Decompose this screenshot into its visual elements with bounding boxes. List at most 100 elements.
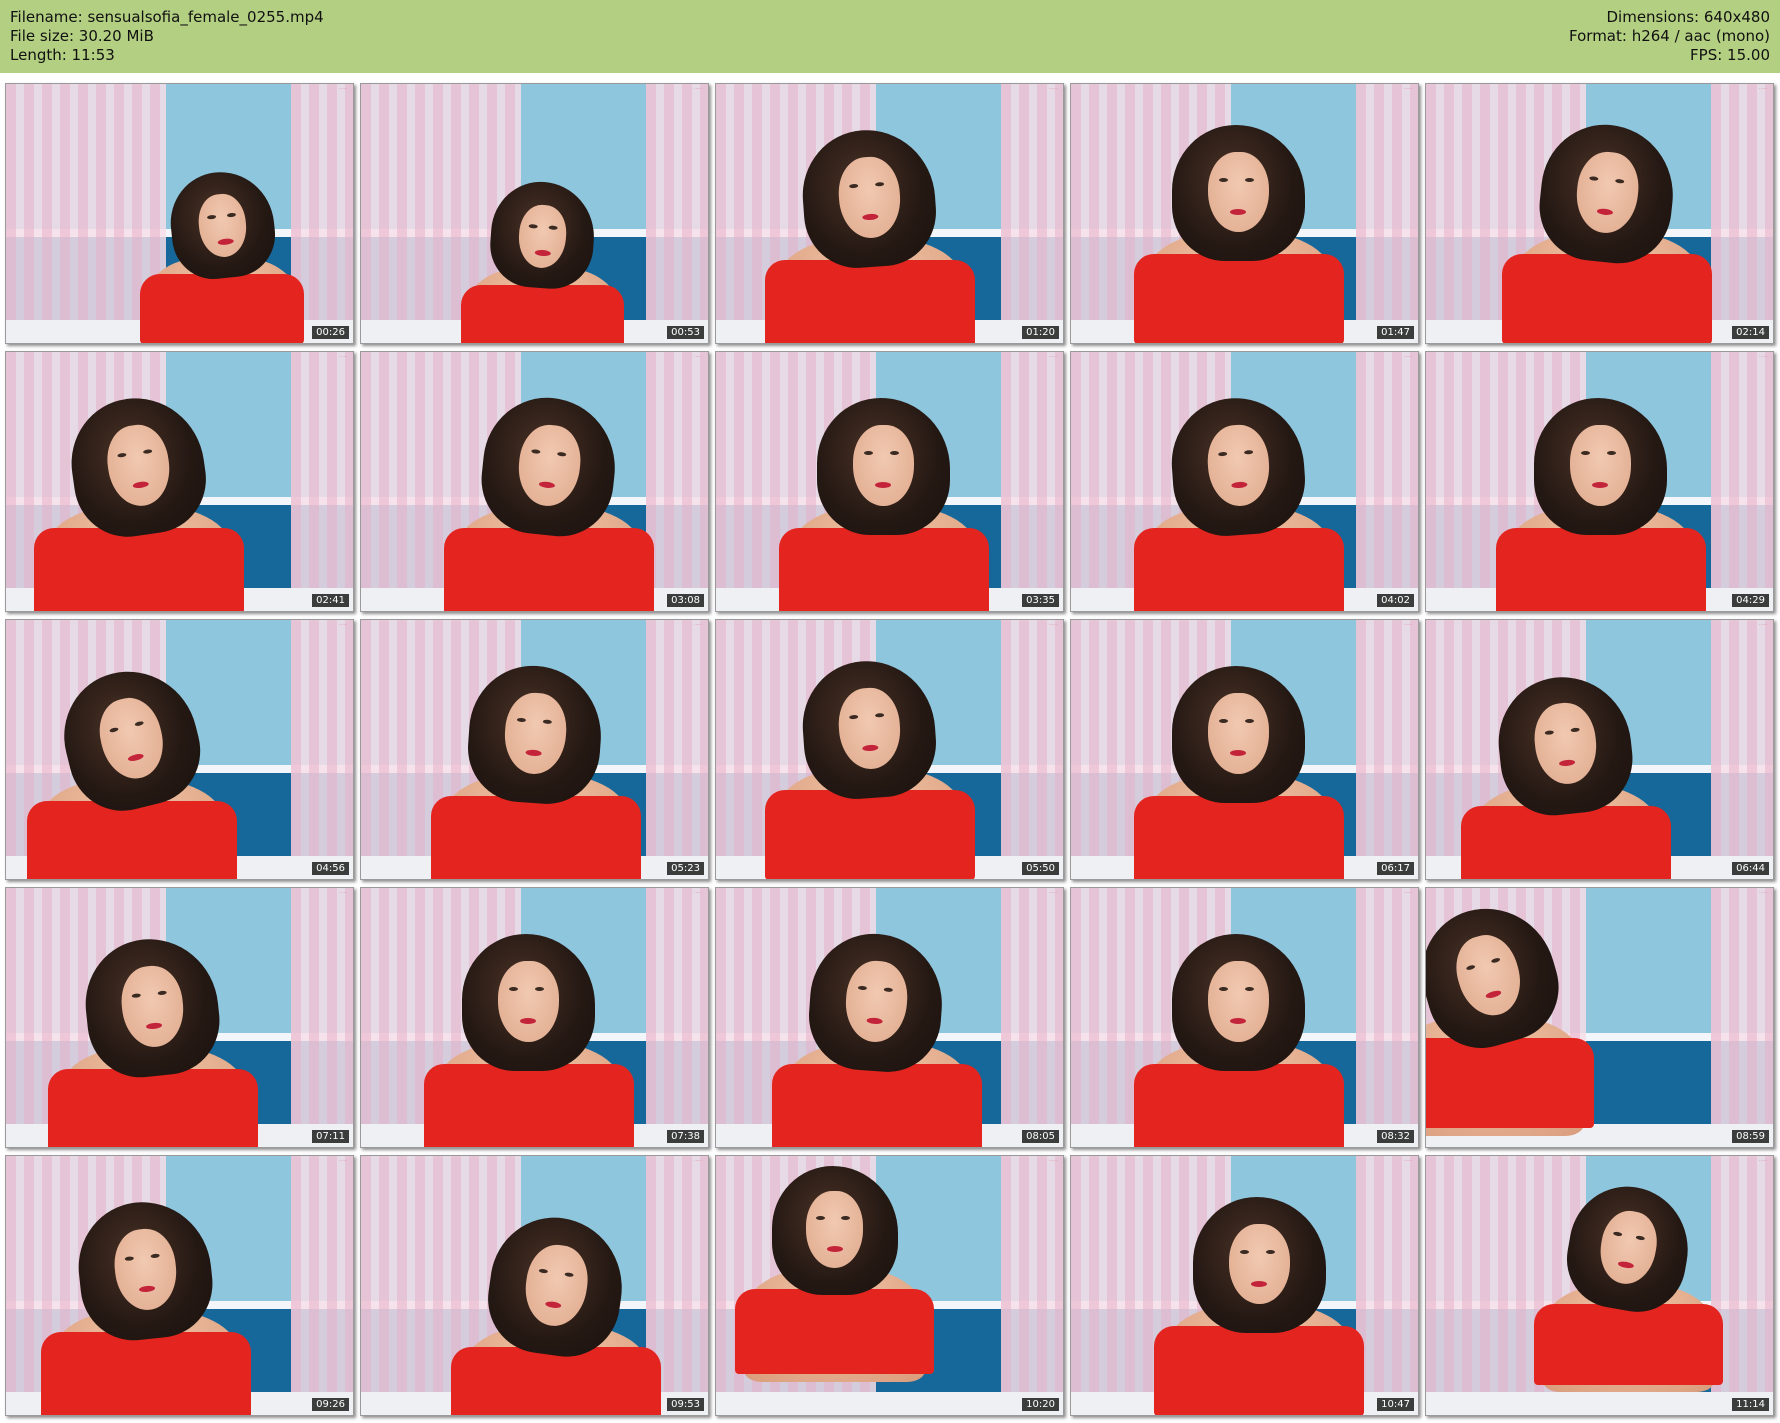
timestamp-label: 10:47: [1377, 1398, 1414, 1411]
curtain-right: [1000, 352, 1063, 611]
red-dress: [1426, 1037, 1594, 1128]
lips: [139, 1285, 156, 1293]
timestamp-label: 04:56: [312, 862, 349, 875]
lips: [1592, 482, 1609, 489]
watermark-logo: ·····: [694, 890, 702, 896]
curtain-right: [290, 1156, 353, 1415]
watermark-logo: ·····: [339, 354, 347, 360]
video-thumbnail[interactable]: ····· 04:56: [5, 619, 354, 880]
video-info: Dimensions: 640x480 Format: h264 / aac (…: [1569, 8, 1770, 65]
curtain-right: [645, 620, 708, 879]
red-dress: [1495, 527, 1706, 611]
left-eye: [849, 714, 859, 720]
red-dress: [1460, 806, 1671, 879]
right-eye: [534, 987, 544, 991]
file-size-text: File size: 30.20 MiB: [10, 27, 154, 45]
thumbnail-grid: ····· 00:26 ····· 00:53 ····· 01:20 ····…: [5, 83, 1775, 1418]
video-thumbnail[interactable]: ····· 10:20: [715, 1155, 1064, 1416]
video-thumbnail[interactable]: ····· 01:47: [1070, 83, 1419, 344]
face: [1208, 151, 1269, 233]
video-thumbnail[interactable]: ····· 09:26: [5, 1155, 354, 1416]
video-frame: ·····: [6, 888, 353, 1147]
video-thumbnail[interactable]: ····· 09:53: [360, 1155, 709, 1416]
timestamp-label: 00:26: [312, 326, 349, 339]
red-dress: [1154, 1326, 1365, 1415]
face: [1570, 425, 1631, 506]
right-eye: [1606, 451, 1616, 455]
watermark-logo: ·····: [694, 1158, 702, 1164]
left-eye: [1466, 964, 1477, 971]
left-eye: [1240, 1249, 1250, 1254]
video-thumbnail[interactable]: ····· 08:32: [1070, 887, 1419, 1148]
video-thumbnail[interactable]: ····· 02:14: [1425, 83, 1774, 344]
curtain-right: [1355, 352, 1418, 611]
video-frame: ·····: [1071, 888, 1418, 1147]
video-frame: ·····: [716, 1156, 1063, 1415]
video-frame: ·····: [6, 620, 353, 879]
curtain-right: [1355, 1156, 1418, 1415]
dimensions-text: Dimensions: 640x480: [1606, 8, 1770, 26]
curtain-right: [1000, 1156, 1063, 1415]
red-dress: [1533, 1303, 1723, 1385]
face: [1229, 1223, 1290, 1305]
video-frame: ·····: [1071, 84, 1418, 343]
video-thumbnail[interactable]: ····· 07:11: [5, 887, 354, 1148]
watermark-logo: ·····: [694, 622, 702, 628]
video-thumbnail[interactable]: ····· 01:20: [715, 83, 1064, 344]
face: [1208, 693, 1269, 774]
lips: [545, 1300, 562, 1309]
video-thumbnail[interactable]: ····· 00:53: [360, 83, 709, 344]
video-thumbnail[interactable]: ····· 08:05: [715, 887, 1064, 1148]
video-thumbnail[interactable]: ····· 03:08: [360, 351, 709, 612]
right-eye: [840, 1216, 850, 1221]
timestamp-label: 05:50: [1022, 862, 1059, 875]
timestamp-label: 08:59: [1732, 1130, 1769, 1143]
lips: [1230, 208, 1247, 215]
video-thumbnail[interactable]: ····· 02:41: [5, 351, 354, 612]
left-eye: [1581, 451, 1591, 455]
video-thumbnail[interactable]: ····· 00:26: [5, 83, 354, 344]
left-eye: [527, 223, 538, 229]
video-thumbnail[interactable]: ····· 11:14: [1425, 1155, 1774, 1416]
video-thumbnail[interactable]: ····· 05:50: [715, 619, 1064, 880]
right-eye: [874, 181, 885, 187]
red-dress: [47, 1068, 258, 1147]
face: [805, 1191, 864, 1268]
right-eye: [142, 448, 153, 455]
left-eye: [1219, 719, 1229, 723]
timestamp-label: 06:17: [1377, 862, 1414, 875]
video-thumbnail[interactable]: ····· 06:17: [1070, 619, 1419, 880]
timestamp-label: 08:05: [1022, 1130, 1059, 1143]
video-thumbnail[interactable]: ····· 08:59: [1425, 887, 1774, 1148]
video-thumbnail[interactable]: ····· 04:29: [1425, 351, 1774, 612]
watermark-logo: ·····: [694, 354, 702, 360]
video-frame: ·····: [361, 1156, 708, 1415]
video-thumbnail[interactable]: ····· 03:35: [715, 351, 1064, 612]
video-frame: ·····: [1071, 1156, 1418, 1415]
red-dress: [764, 790, 975, 879]
lips: [862, 213, 879, 221]
red-dress: [734, 1288, 935, 1375]
video-thumbnail[interactable]: ····· 10:47: [1070, 1155, 1419, 1416]
video-frame: ·····: [716, 888, 1063, 1147]
video-thumbnail[interactable]: ····· 06:44: [1425, 619, 1774, 880]
red-dress: [1133, 527, 1344, 611]
lips: [146, 1022, 163, 1031]
watermark-logo: ·····: [1404, 86, 1412, 92]
video-frame: ·····: [1071, 352, 1418, 611]
curtain-right: [1000, 84, 1063, 343]
video-frame: ·····: [716, 620, 1063, 879]
video-thumbnail[interactable]: ····· 04:02: [1070, 351, 1419, 612]
curtain-right: [1710, 84, 1773, 343]
left-eye: [117, 452, 127, 458]
video-thumbnail[interactable]: ····· 07:38: [360, 887, 709, 1148]
format-text: Format: h264 / aac (mono): [1569, 27, 1770, 45]
lips: [525, 749, 543, 757]
watermark-logo: ·····: [1759, 86, 1767, 92]
curtain-right: [1355, 888, 1418, 1147]
timestamp-label: 07:38: [667, 1130, 704, 1143]
video-frame: ·····: [361, 352, 708, 611]
lips: [1230, 750, 1247, 757]
video-frame: ·····: [1426, 84, 1773, 343]
video-thumbnail[interactable]: ····· 05:23: [360, 619, 709, 880]
